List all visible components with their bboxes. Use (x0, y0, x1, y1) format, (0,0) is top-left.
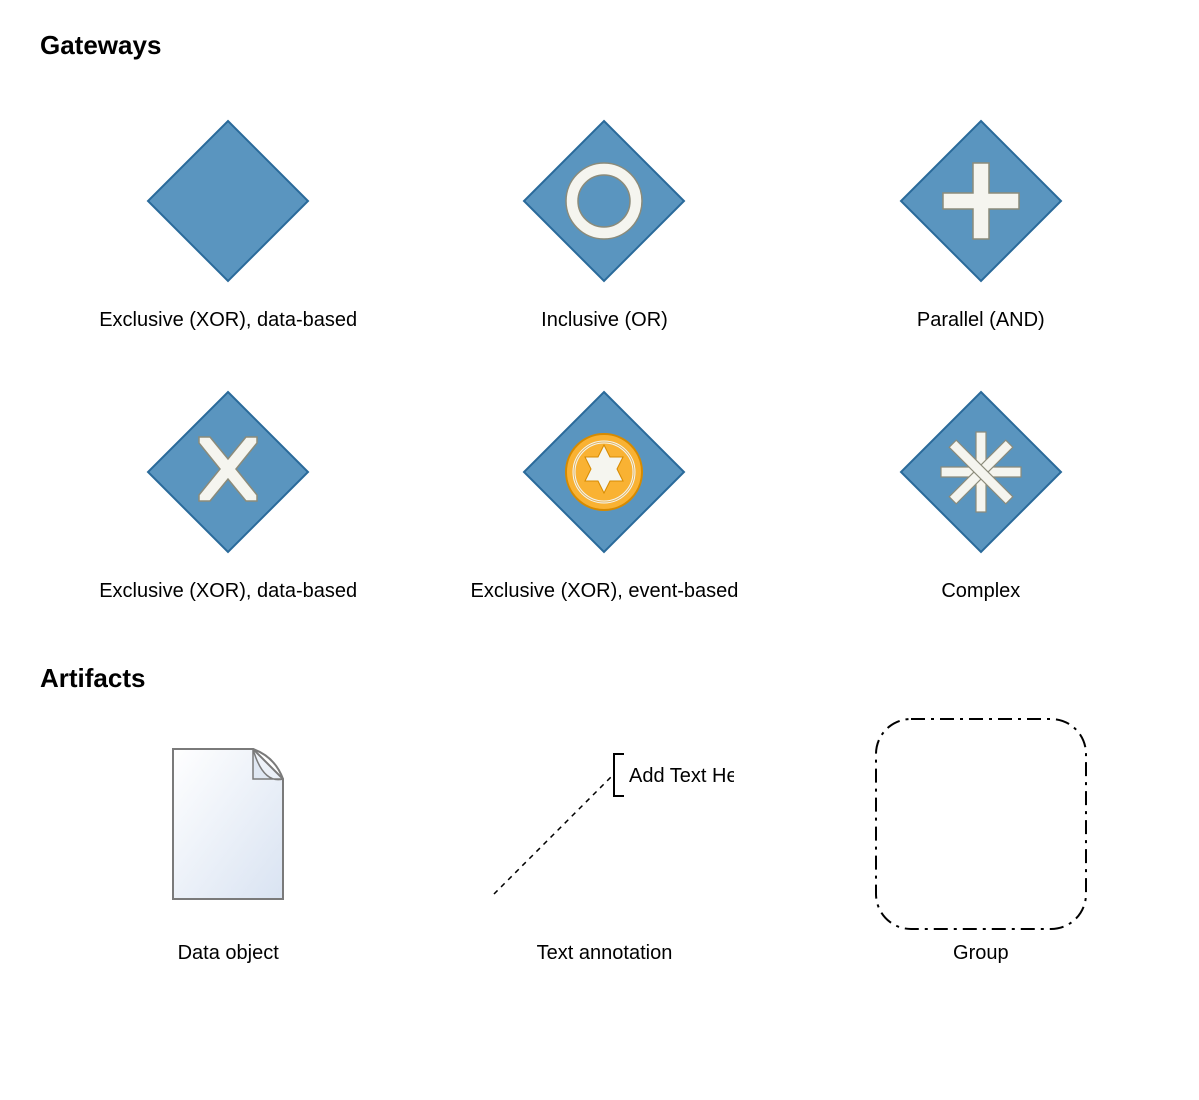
artifact-cell: Group (793, 714, 1169, 965)
gateways-heading: Gateways (40, 30, 1169, 61)
artifact-text-annotation-icon: Add Text Here (474, 714, 734, 934)
gateway-cell: Complex (793, 372, 1169, 603)
artifact-group-icon (866, 714, 1096, 934)
artifacts-row: Data object Add Text Here Text annotatio… (40, 714, 1169, 965)
gateway-label: Parallel (AND) (917, 309, 1045, 332)
gateway-cell: Exclusive (XOR), event-based (416, 372, 792, 603)
gateway-exclusive-xor-event-icon (519, 372, 689, 572)
gateway-parallel-and-icon (896, 101, 1066, 301)
gateways-row-2: Exclusive (XOR), data-based Exclusive (X… (40, 372, 1169, 603)
gateway-label: Inclusive (OR) (541, 309, 668, 332)
annotation-text: Add Text Here (629, 765, 734, 787)
gateway-exclusive-xor-x-icon (143, 372, 313, 572)
gateway-exclusive-xor-plain-icon (143, 101, 313, 301)
artifacts-heading: Artifacts (40, 663, 1169, 694)
artifact-label: Text annotation (537, 942, 673, 965)
gateway-cell: Parallel (AND) (793, 101, 1169, 332)
artifact-cell: Data object (40, 714, 416, 965)
artifact-label: Data object (178, 942, 279, 965)
gateway-label: Exclusive (XOR), data-based (99, 580, 357, 603)
gateway-cell: Exclusive (XOR), data-based (40, 372, 416, 603)
gateway-inclusive-or-icon (519, 101, 689, 301)
gateway-cell: Exclusive (XOR), data-based (40, 101, 416, 332)
artifact-label: Group (953, 942, 1009, 965)
gateway-cell: Inclusive (OR) (416, 101, 792, 332)
gateways-row-1: Exclusive (XOR), data-based Inclusive (O… (40, 101, 1169, 332)
gateway-label: Exclusive (XOR), event-based (471, 580, 739, 603)
artifact-data-object-icon (163, 714, 293, 934)
gateway-complex-icon (896, 372, 1066, 572)
gateway-label: Complex (941, 580, 1020, 603)
artifact-cell: Add Text Here Text annotation (416, 714, 792, 965)
gateway-label: Exclusive (XOR), data-based (99, 309, 357, 332)
